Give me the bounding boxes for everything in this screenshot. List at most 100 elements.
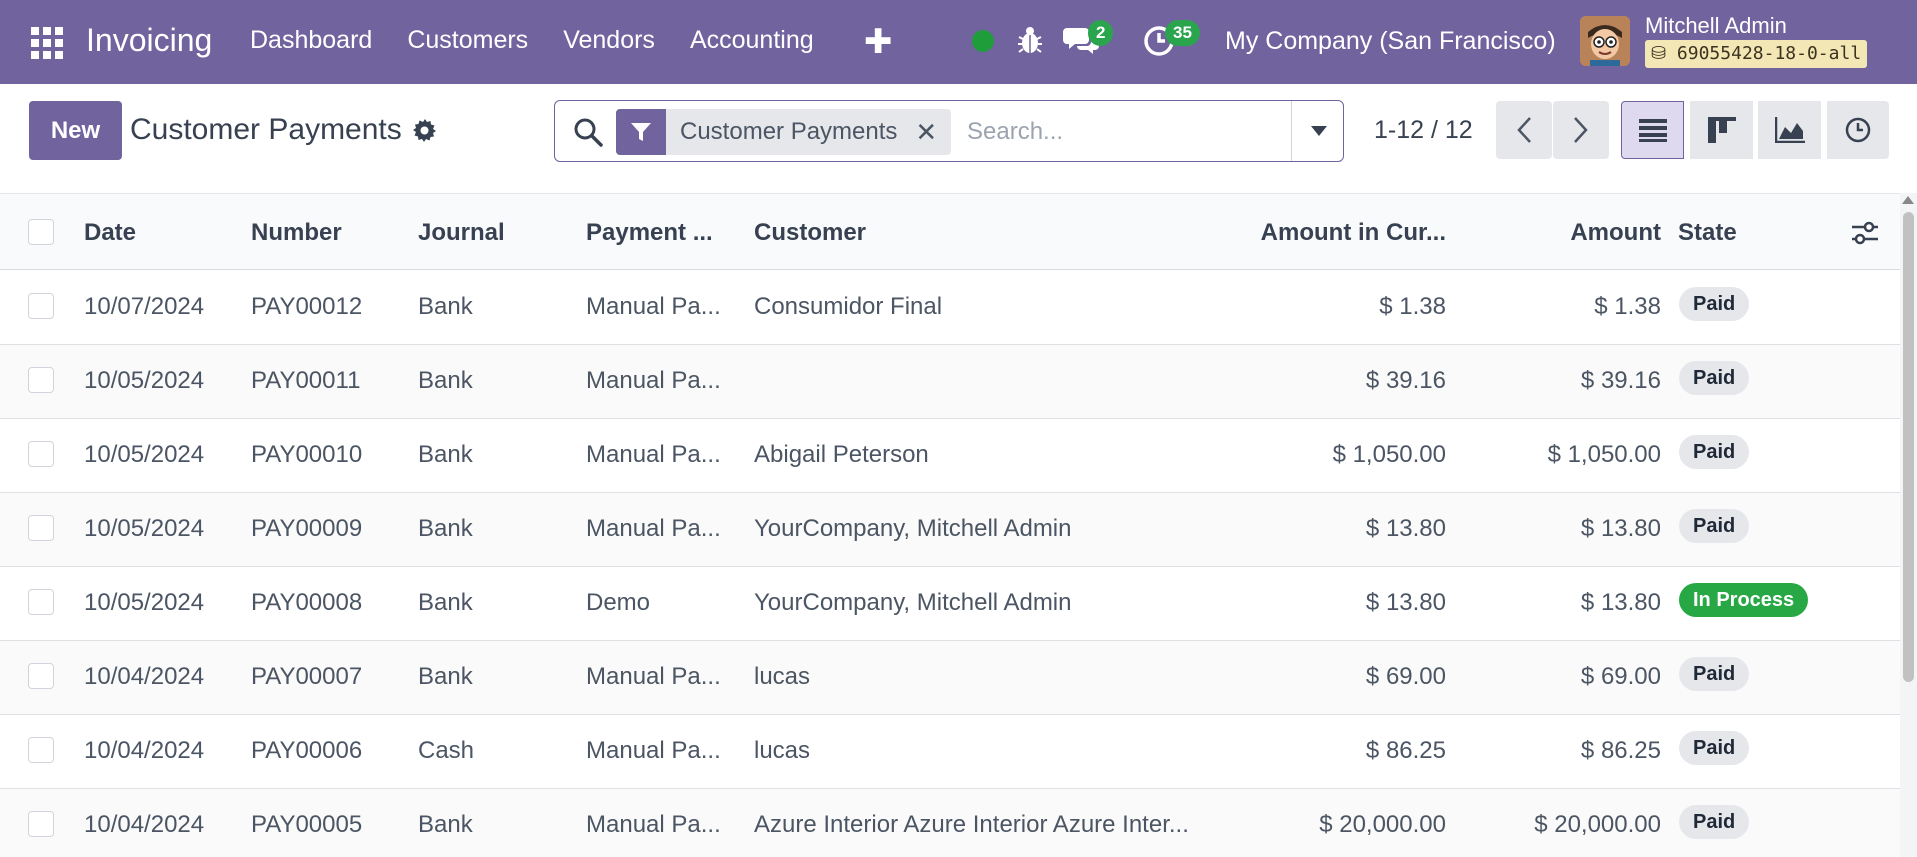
cell-amount-currency: $ 69.00 (1365, 663, 1446, 690)
table-row[interactable]: 10/05/2024 PAY00011 Bank Manual Pa... $ 39.1… (0, 345, 1900, 419)
gear-icon[interactable] (413, 118, 437, 142)
column-number[interactable]: Number (251, 219, 342, 247)
column-customer[interactable]: Customer (754, 219, 866, 247)
cell-journal: Bank (418, 663, 473, 690)
cell-number: PAY00007 (251, 663, 363, 690)
table-row[interactable]: 10/04/2024 PAY00007 Bank Manual Pa... lucas $… (0, 641, 1900, 715)
optional-columns-icon[interactable] (1850, 220, 1880, 246)
search-bar: Customer Payments ✕ (554, 100, 1344, 162)
column-journal[interactable]: Journal (418, 219, 505, 247)
cell-amount: $ 1,050.00 (1547, 441, 1661, 468)
scroll-up-arrow-icon[interactable] (1902, 196, 1914, 204)
table-row[interactable]: 10/04/2024 PAY00005 Bank Manual Pa... Azure … (0, 789, 1900, 857)
facet-label: Customer Payments (680, 118, 898, 145)
activity-view-button[interactable] (1827, 101, 1889, 159)
menu-item-dashboard[interactable]: Dashboard (250, 26, 372, 55)
online-status-icon[interactable] (972, 30, 994, 52)
select-all-checkbox[interactable] (28, 219, 54, 245)
bug-icon[interactable] (1017, 25, 1043, 55)
chevron-left-icon (1517, 117, 1531, 143)
row-checkbox[interactable] (28, 515, 54, 541)
menu-item-customers[interactable]: Customers (407, 26, 528, 55)
cell-journal: Bank (418, 589, 473, 616)
pager-value[interactable]: 1-12 / 12 (1374, 116, 1473, 145)
row-checkbox[interactable] (28, 441, 54, 467)
top-navbar: Invoicing Dashboard Customers Vendors Ac… (0, 0, 1917, 84)
table-row[interactable]: 10/05/2024 PAY00008 Bank Demo YourCompany, M… (0, 567, 1900, 641)
plus-icon[interactable]: ✚ (864, 22, 893, 62)
cell-customer: YourCompany, Mitchell Admin (754, 589, 1072, 616)
cell-number: PAY00006 (251, 737, 363, 764)
apps-grid-icon[interactable] (31, 27, 63, 59)
cell-amount: $ 13.80 (1580, 589, 1661, 616)
cell-number: PAY00005 (251, 811, 363, 838)
cell-amount-currency: $ 39.16 (1365, 367, 1446, 394)
cell-amount: $ 20,000.00 (1534, 811, 1661, 838)
cell-number: PAY00012 (251, 293, 363, 320)
activities-count-badge: 35 (1165, 20, 1200, 46)
row-checkbox[interactable] (28, 663, 54, 689)
status-badge: In Process (1679, 583, 1809, 617)
database-name-text: 69055428-18-0-all (1676, 43, 1862, 64)
search-options-toggle[interactable] (1291, 101, 1345, 161)
row-checkbox[interactable] (28, 367, 54, 393)
filter-icon (616, 109, 666, 155)
app-name[interactable]: Invoicing (86, 22, 212, 59)
search-facet: Customer Payments ✕ (616, 109, 952, 155)
cell-payment-method: Manual Pa... (586, 293, 721, 320)
facet-close-icon[interactable]: ✕ (915, 109, 951, 155)
cell-number: PAY00009 (251, 515, 363, 542)
menu-item-accounting[interactable]: Accounting (690, 26, 814, 55)
cell-number: PAY00011 (251, 367, 361, 394)
chevron-right-icon (1574, 117, 1588, 143)
cell-payment-method: Manual Pa... (586, 367, 721, 394)
table-row[interactable]: 10/04/2024 PAY00006 Cash Manual Pa... lucas $… (0, 715, 1900, 789)
status-badge: Paid (1679, 509, 1750, 543)
row-checkbox[interactable] (28, 589, 54, 615)
column-payment-method[interactable]: Payment ... (586, 219, 713, 247)
cell-amount: $ 1.38 (1594, 293, 1661, 320)
cell-journal: Bank (418, 515, 473, 542)
column-state[interactable]: State (1678, 219, 1737, 247)
row-checkbox[interactable] (28, 293, 54, 319)
list-icon (1638, 119, 1667, 142)
pager-next-button[interactable] (1553, 101, 1609, 159)
row-checkbox[interactable] (28, 737, 54, 763)
graph-view-button[interactable] (1758, 101, 1821, 159)
status-badge: Paid (1679, 731, 1750, 765)
menu-item-vendors[interactable]: Vendors (563, 26, 655, 55)
cell-date: 10/04/2024 (84, 811, 205, 838)
company-switcher[interactable]: My Company (San Francisco) (1225, 27, 1556, 56)
cell-journal: Bank (418, 441, 473, 468)
cell-customer: lucas (754, 663, 811, 690)
new-button[interactable]: New (29, 101, 122, 160)
list-view-button[interactable] (1621, 101, 1684, 159)
column-amount[interactable]: Amount (1520, 219, 1661, 247)
cell-amount-currency: $ 1.38 (1379, 293, 1446, 320)
pager-previous-button[interactable] (1496, 101, 1552, 159)
clock-icon (1845, 117, 1871, 143)
table-row[interactable]: 10/05/2024 PAY00010 Bank Manual Pa... Abigai… (0, 419, 1900, 493)
table-row[interactable]: 10/07/2024 PAY00012 Bank Manual Pa... Consum… (0, 271, 1900, 345)
search-icon[interactable] (573, 117, 603, 147)
cell-journal: Bank (418, 367, 473, 394)
cell-amount-currency: $ 86.25 (1365, 737, 1446, 764)
row-checkbox[interactable] (28, 811, 54, 837)
user-name[interactable]: Mitchell Admin (1645, 13, 1787, 39)
column-date[interactable]: Date (84, 219, 136, 247)
scrollbar-thumb[interactable] (1903, 212, 1914, 682)
cell-amount-currency: $ 13.80 (1365, 515, 1446, 542)
cell-payment-method: Manual Pa... (586, 515, 721, 542)
user-avatar[interactable] (1580, 16, 1630, 66)
status-badge: Paid (1679, 287, 1750, 321)
table-row[interactable]: 10/05/2024 PAY00009 Bank Manual Pa... YourCo… (0, 493, 1900, 567)
cell-amount: $ 69.00 (1580, 663, 1661, 690)
kanban-view-button[interactable] (1690, 101, 1753, 159)
cell-payment-method: Manual Pa... (586, 737, 721, 764)
cell-number: PAY00008 (251, 589, 363, 616)
database-name: ⛁ 69055428-18-0-all (1645, 40, 1868, 68)
payments-list: Date Number Journal Payment ... Customer… (0, 193, 1900, 857)
column-amount-currency[interactable]: Amount in Cur... (1240, 219, 1446, 247)
cell-payment-method: Demo (586, 589, 651, 616)
search-input[interactable] (967, 111, 1267, 153)
